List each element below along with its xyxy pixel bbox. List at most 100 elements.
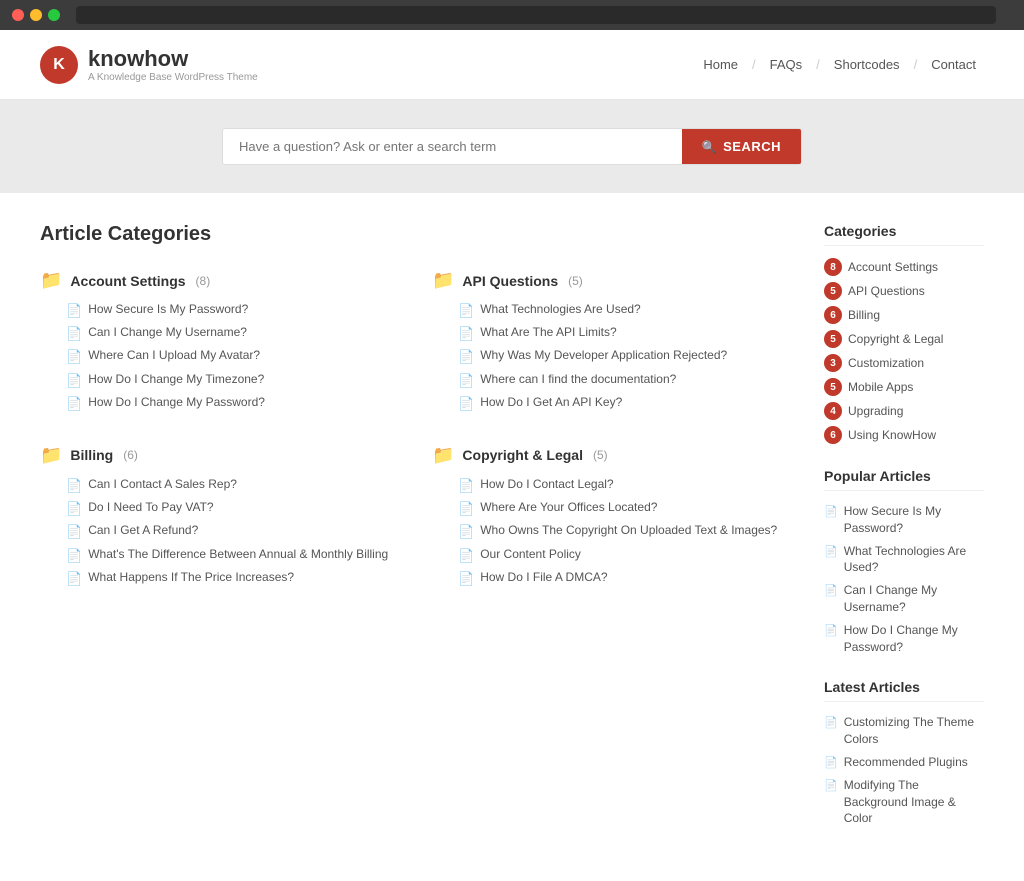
popular-link[interactable]: Can I Change My Username? (844, 582, 984, 616)
category-header-billing: 📁 Billing (6) (40, 445, 392, 466)
category-header-api: 📁 API Questions (5) (432, 270, 784, 291)
list-item: 📄 What Technologies Are Used? (458, 301, 784, 320)
maximize-button[interactable] (48, 9, 60, 21)
search-button[interactable]: 🔍 SEARCH (682, 129, 801, 164)
category-account-settings: 📁 Account Settings (8) 📄How Secure Is My… (40, 270, 392, 417)
close-button[interactable] (12, 9, 24, 21)
latest-link[interactable]: Recommended Plugins (844, 754, 968, 771)
list-item: 📄Where Can I Upload My Avatar? (66, 347, 392, 366)
article-link[interactable]: What Technologies Are Used? (480, 301, 641, 318)
badge: 6 (824, 306, 842, 324)
article-link[interactable]: Where Are Your Offices Located? (480, 499, 657, 516)
sidebar-link[interactable]: Customization (848, 356, 924, 370)
latest-link[interactable]: Modifying The Background Image & Color (844, 777, 984, 827)
categories-grid: 📁 Account Settings (8) 📄How Secure Is My… (40, 270, 784, 592)
sidebar-link[interactable]: Copyright & Legal (848, 332, 943, 346)
list-item: 📄 Can I Change My Username? (66, 324, 392, 343)
nav-faqs[interactable]: FAQs (762, 57, 811, 72)
doc-icon: 📄 (66, 500, 82, 518)
article-link[interactable]: How Secure Is My Password? (88, 301, 248, 318)
article-link[interactable]: Can I Change My Username? (88, 324, 247, 341)
doc-icon: 📄 (458, 477, 474, 495)
article-link[interactable]: What Happens If The Price Increases? (88, 569, 294, 586)
article-link[interactable]: Can I Contact A Sales Rep? (88, 476, 237, 493)
article-link[interactable]: Why Was My Developer Application Rejecte… (480, 347, 727, 364)
article-link[interactable]: How Do I File A DMCA? (480, 569, 607, 586)
nav-sep: / (752, 57, 756, 72)
folder-icon: 📁 (40, 270, 62, 291)
folder-icon: 📁 (432, 270, 454, 291)
sidebar-link[interactable]: Using KnowHow (848, 428, 936, 442)
articles-section: Article Categories 📁 Account Settings (8… (40, 223, 784, 851)
category-header-legal: 📁 Copyright & Legal (5) (432, 445, 784, 466)
article-link[interactable]: Do I Need To Pay VAT? (88, 499, 213, 516)
doc-icon: 📄 (824, 545, 838, 558)
article-link[interactable]: Who Owns The Copyright On Uploaded Text … (480, 522, 777, 539)
search-box: 🔍 SEARCH (222, 128, 802, 165)
nav-contact[interactable]: Contact (923, 57, 984, 72)
minimize-button[interactable] (30, 9, 42, 21)
popular-list: 📄 How Secure Is My Password? 📄 What Techno… (824, 503, 984, 655)
search-input[interactable] (223, 129, 682, 164)
article-link[interactable]: What's The Difference Between Annual & M… (88, 546, 388, 563)
site-subtitle: A Knowledge Base WordPress Theme (88, 72, 258, 83)
sidebar-categories-title: Categories (824, 223, 984, 246)
cat-count-account: (8) (196, 274, 211, 288)
sidebar-categories-section: Categories 8Account Settings 5 API Questi… (824, 223, 984, 444)
doc-icon: 📄 (458, 547, 474, 565)
sidebar-link[interactable]: Account Settings (848, 260, 938, 274)
doc-icon: 📄 (458, 325, 474, 343)
list-item: 6 Billing (824, 306, 984, 324)
doc-icon: 📄 (824, 584, 838, 597)
list-item: 📄 Do I Need To Pay VAT? (66, 499, 392, 518)
popular-link[interactable]: How Secure Is My Password? (844, 503, 984, 537)
list-item: 8Account Settings (824, 258, 984, 276)
doc-icon: 📄 (458, 302, 474, 320)
address-bar[interactable] (76, 6, 996, 24)
doc-icon: 📄 (824, 716, 838, 729)
article-link[interactable]: How Do I Get An API Key? (480, 394, 622, 411)
list-item: 📄 What Technologies Are Used? (824, 543, 984, 577)
category-copyright-legal: 📁 Copyright & Legal (5) 📄 How Do I Contac… (432, 445, 784, 592)
cat-links-billing: 📄 Can I Contact A Sales Rep? 📄 Do I Need T… (40, 476, 392, 588)
sidebar-link[interactable]: Upgrading (848, 404, 903, 418)
article-link[interactable]: How Do I Contact Legal? (480, 476, 613, 493)
article-link[interactable]: Can I Get A Refund? (88, 522, 198, 539)
doc-icon: 📄 (458, 523, 474, 541)
latest-link[interactable]: Customizing The Theme Colors (844, 714, 984, 748)
article-link[interactable]: How Do I Change My Password? (88, 394, 265, 411)
doc-icon: 📄 (66, 325, 82, 343)
list-item: 📄How Do I Change My Timezone? (66, 371, 392, 390)
list-item: 📄 How Do I Change My Password? (66, 394, 392, 413)
popular-link[interactable]: How Do I Change My Password? (844, 622, 984, 656)
search-button-label: SEARCH (723, 139, 781, 154)
popular-link[interactable]: What Technologies Are Used? (844, 543, 984, 577)
logo-text: knowhow A Knowledge Base WordPress Theme (88, 46, 258, 83)
article-link[interactable]: Where Can I Upload My Avatar? (88, 347, 260, 364)
article-link[interactable]: Where can I find the documentation? (480, 371, 676, 388)
nav-home[interactable]: Home (695, 57, 746, 72)
search-icon: 🔍 (702, 140, 717, 154)
nav-sep3: / (914, 57, 918, 72)
doc-icon: 📄 (66, 395, 82, 413)
list-item: 📄How Do I File A DMCA? (458, 569, 784, 588)
list-item: 📄What's The Difference Between Annual & … (66, 546, 392, 565)
list-item: 📄 Our Content Policy (458, 546, 784, 565)
cat-title-api: API Questions (462, 273, 558, 289)
sidebar-link[interactable]: Billing (848, 308, 880, 322)
badge: 5 (824, 282, 842, 300)
sidebar-link[interactable]: Mobile Apps (848, 380, 913, 394)
doc-icon: 📄 (66, 477, 82, 495)
nav-shortcodes[interactable]: Shortcodes (826, 57, 908, 72)
badge: 6 (824, 426, 842, 444)
section-title: Article Categories (40, 223, 784, 246)
article-link[interactable]: Our Content Policy (480, 546, 581, 563)
article-link[interactable]: What Are The API Limits? (480, 324, 617, 341)
sidebar-categories-list: 8Account Settings 5 API Questions 6 Billin… (824, 258, 984, 444)
sidebar-latest-title: Latest Articles (824, 679, 984, 702)
doc-icon: 📄 (66, 570, 82, 588)
article-link[interactable]: How Do I Change My Timezone? (88, 371, 264, 388)
badge: 3 (824, 354, 842, 372)
sidebar-link[interactable]: API Questions (848, 284, 925, 298)
list-item: 📄 Can I Contact A Sales Rep? (66, 476, 392, 495)
